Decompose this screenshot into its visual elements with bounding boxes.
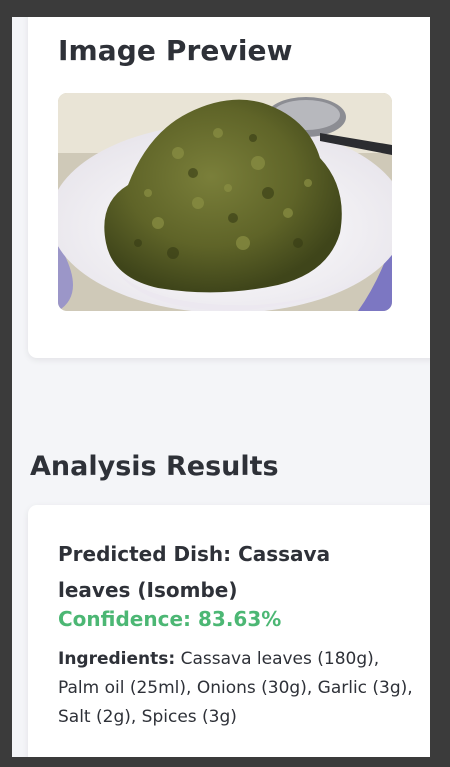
food-image [58,93,392,311]
image-preview-title: Image Preview [58,34,293,67]
ingredients-text: Ingredients: Cassava leaves (180g), Palm… [58,645,418,732]
predicted-dish: Predicted Dish: Cassava leaves (Isombe) [58,542,331,602]
confidence-value: Confidence: 83.63% [58,607,282,631]
analysis-results-card: Predicted Dish: Cassava leaves (Isombe) … [28,505,430,757]
app-viewport: Image Preview Analysis Results Predicted… [12,17,430,757]
analysis-results-heading: Analysis Results [30,451,279,482]
image-preview-card: Image Preview [28,17,430,358]
ingredients-label: Ingredients: [58,649,176,669]
